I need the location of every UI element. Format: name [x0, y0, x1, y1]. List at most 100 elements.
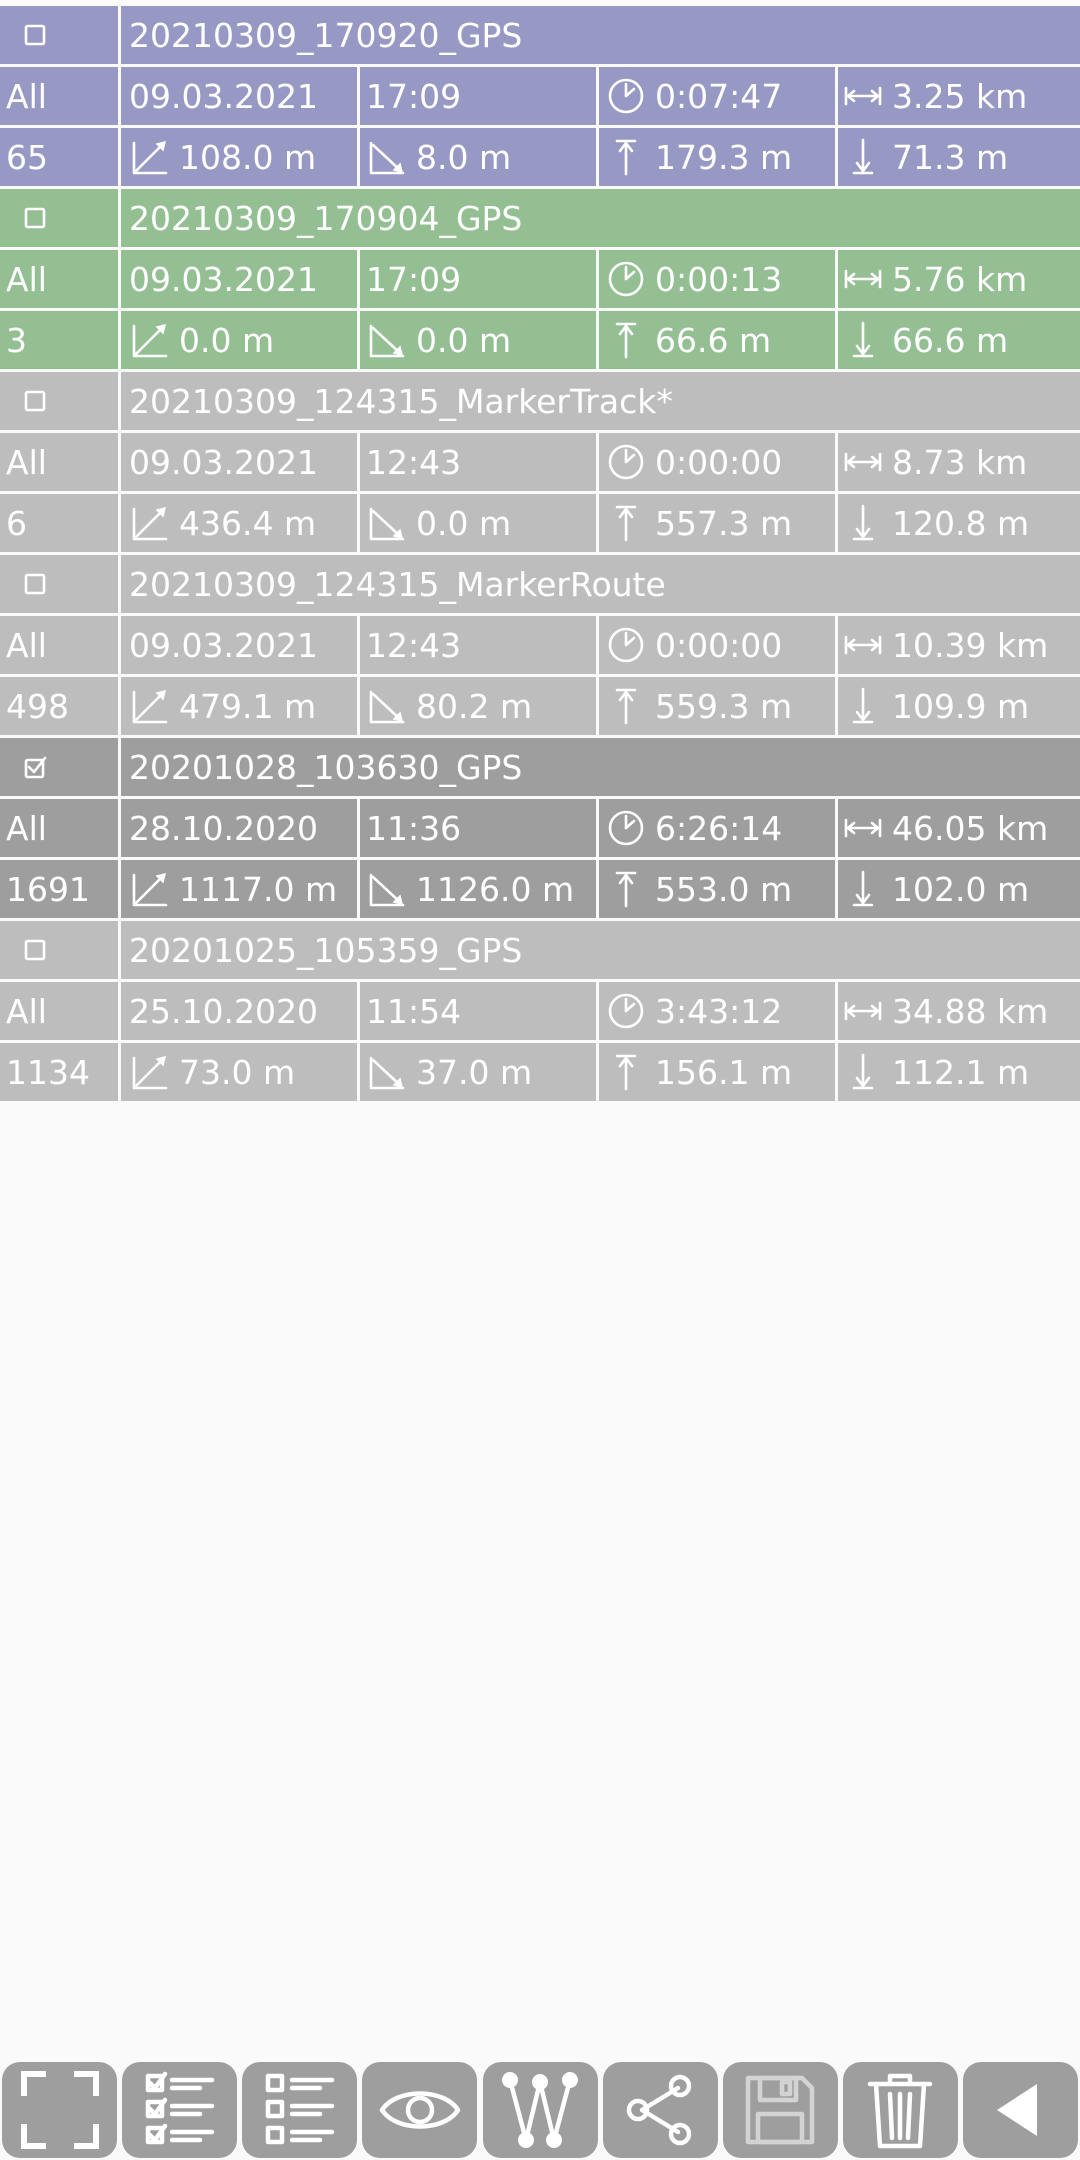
track-points: 1691 — [0, 860, 118, 918]
clock-icon — [605, 258, 647, 300]
save-button[interactable] — [722, 2062, 838, 2158]
track-checkbox[interactable] — [0, 738, 118, 796]
checkbox-unchecked-icon — [14, 929, 56, 971]
max-altitude-icon — [605, 868, 647, 910]
min-altitude-icon — [842, 1051, 884, 1093]
track-distance-value: 46.05 km — [892, 808, 1049, 848]
bottom-toolbar — [0, 2060, 1080, 2160]
track-descent-value: 0.0 m — [416, 320, 512, 360]
track-min-altitude-value: 112.1 m — [892, 1052, 1030, 1092]
track-points: 65 — [0, 128, 118, 186]
track-duration-value: 0:00:13 — [655, 259, 783, 299]
track-item[interactable]: 20210309_124315_MarkerRoute All 09.03.2021… — [0, 555, 1080, 738]
ascent-icon — [129, 868, 171, 910]
track-checkbox[interactable] — [0, 921, 118, 979]
waypoints-button[interactable] — [482, 2062, 598, 2158]
share-button[interactable] — [602, 2062, 718, 2158]
track-min-altitude: 120.8 m — [838, 494, 1080, 552]
track-ascent-value: 0.0 m — [179, 320, 275, 360]
track-header-row: 20210309_170904_GPS — [0, 189, 1080, 247]
track-item[interactable]: 20201025_105359_GPS All 25.10.2020 11:54 3:4… — [0, 921, 1080, 1104]
track-item[interactable]: 20210309_124315_MarkerTrack* All 09.03.202… — [0, 372, 1080, 555]
track-info-row: All 28.10.2020 11:36 6:26:14 46.05 km — [0, 799, 1080, 857]
track-stats-row: 1691 1117.0 m 1126.0 m 553.0 m 102.0 m — [0, 860, 1080, 918]
track-filter: All — [0, 982, 118, 1040]
trash-button[interactable] — [842, 2062, 958, 2158]
track-descent: 0.0 m — [360, 494, 596, 552]
trash-icon — [858, 2068, 942, 2152]
track-min-altitude-value: 120.8 m — [892, 503, 1030, 543]
track-distance: 5.76 km — [838, 250, 1080, 308]
track-date: 09.03.2021 — [121, 67, 357, 125]
track-min-altitude-value: 71.3 m — [892, 137, 1009, 177]
track-descent-value: 1126.0 m — [416, 869, 575, 909]
back-arrow-button[interactable] — [963, 2062, 1078, 2158]
fullscreen-icon — [18, 2068, 102, 2152]
ascent-icon — [129, 136, 171, 178]
checkbox-unchecked-icon — [14, 197, 56, 239]
track-filter: All — [0, 799, 118, 857]
min-altitude-icon — [842, 502, 884, 544]
track-descent: 80.2 m — [360, 677, 596, 735]
track-stats-row: 3 0.0 m 0.0 m 66.6 m 66.6 m — [0, 311, 1080, 369]
min-altitude-icon — [842, 685, 884, 727]
track-checkbox[interactable] — [0, 555, 118, 613]
track-points: 3 — [0, 311, 118, 369]
track-name: 20210309_124315_MarkerTrack* — [121, 372, 1080, 430]
track-filter: All — [0, 250, 118, 308]
track-min-altitude: 112.1 m — [838, 1043, 1080, 1101]
checkbox-unchecked-icon — [14, 563, 56, 605]
track-item[interactable]: 20201028_103630_GPS All 28.10.2020 11:36 6:2… — [0, 738, 1080, 921]
track-max-altitude-value: 66.6 m — [655, 320, 772, 360]
track-ascent: 0.0 m — [121, 311, 357, 369]
track-min-altitude: 66.6 m — [838, 311, 1080, 369]
checkbox-checked-icon — [14, 746, 56, 788]
track-descent-value: 8.0 m — [416, 137, 512, 177]
track-name: 20210309_124315_MarkerRoute — [121, 555, 1080, 613]
track-info-row: All 09.03.2021 12:43 0:00:00 10.39 km — [0, 616, 1080, 674]
track-min-altitude-value: 109.9 m — [892, 686, 1030, 726]
track-descent: 1126.0 m — [360, 860, 596, 918]
track-name: 20210309_170920_GPS — [121, 6, 1080, 64]
track-ascent-value: 1117.0 m — [179, 869, 338, 909]
track-max-altitude-value: 559.3 m — [655, 686, 793, 726]
min-altitude-icon — [842, 868, 884, 910]
select-all-button[interactable] — [122, 2062, 238, 2158]
track-item[interactable]: 20210309_170904_GPS All 09.03.2021 17:09 0:0… — [0, 189, 1080, 372]
track-ascent: 479.1 m — [121, 677, 357, 735]
track-info-row: All 09.03.2021 12:43 0:00:00 8.73 km — [0, 433, 1080, 491]
track-checkbox[interactable] — [0, 6, 118, 64]
track-name: 20210309_170904_GPS — [121, 189, 1080, 247]
waypoints-icon — [498, 2068, 582, 2152]
max-altitude-icon — [605, 685, 647, 727]
track-stats-row: 6 436.4 m 0.0 m 557.3 m 120.8 m — [0, 494, 1080, 552]
track-max-altitude-value: 156.1 m — [655, 1052, 793, 1092]
track-ascent-value: 108.0 m — [179, 137, 317, 177]
track-header-row: 20210309_124315_MarkerRoute — [0, 555, 1080, 613]
eye-icon — [378, 2068, 462, 2152]
distance-icon — [842, 441, 884, 483]
track-ascent-value: 479.1 m — [179, 686, 317, 726]
track-min-altitude: 71.3 m — [838, 128, 1080, 186]
eye-button[interactable] — [362, 2062, 478, 2158]
track-max-altitude-value: 179.3 m — [655, 137, 793, 177]
track-distance: 34.88 km — [838, 982, 1080, 1040]
deselect-all-button[interactable] — [242, 2062, 358, 2158]
distance-icon — [842, 807, 884, 849]
descent-icon — [366, 502, 408, 544]
clock-icon — [605, 807, 647, 849]
track-date: 25.10.2020 — [121, 982, 357, 1040]
track-duration-value: 0:00:00 — [655, 442, 783, 482]
fullscreen-button[interactable] — [2, 2062, 117, 2158]
track-min-altitude-value: 102.0 m — [892, 869, 1030, 909]
track-item[interactable]: 20210309_170920_GPS All 09.03.2021 17:09 0:0… — [0, 6, 1080, 189]
clock-icon — [605, 624, 647, 666]
track-ascent: 108.0 m — [121, 128, 357, 186]
track-checkbox[interactable] — [0, 372, 118, 430]
descent-icon — [366, 685, 408, 727]
track-duration-value: 3:43:12 — [655, 991, 783, 1031]
track-duration-value: 6:26:14 — [655, 808, 783, 848]
track-checkbox[interactable] — [0, 189, 118, 247]
save-icon — [738, 2068, 822, 2152]
checkbox-unchecked-icon — [14, 14, 56, 56]
